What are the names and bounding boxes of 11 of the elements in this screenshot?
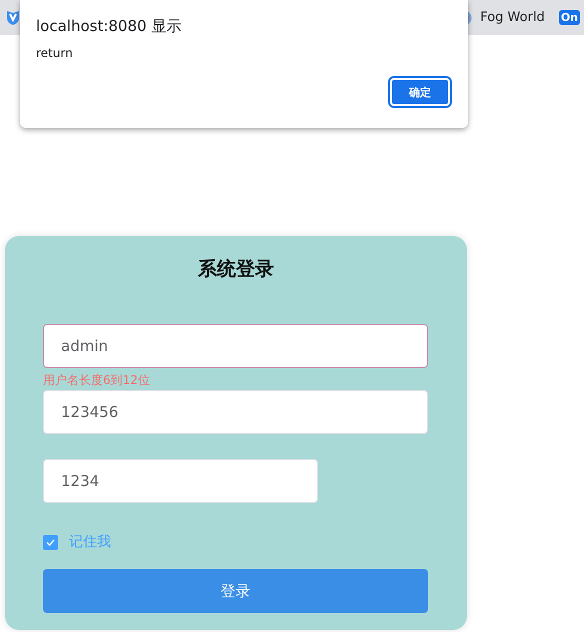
bookmark-link[interactable]: Fog World: [480, 10, 545, 25]
error-message: 用户名长度6到12位: [43, 372, 150, 389]
dialog-title: localhost:8080 显示: [36, 17, 182, 36]
login-title: 系统登录: [198, 257, 274, 282]
input-field[interactable]: 1234: [43, 459, 318, 503]
input-field[interactable]: admin: [43, 324, 428, 368]
input-field[interactable]: 123456: [43, 390, 428, 434]
login-button[interactable]: 登录: [43, 569, 428, 613]
ok-button[interactable]: 确定: [390, 78, 450, 106]
bookmark-badge[interactable]: On: [558, 10, 580, 25]
dialog-message: return: [36, 46, 73, 60]
